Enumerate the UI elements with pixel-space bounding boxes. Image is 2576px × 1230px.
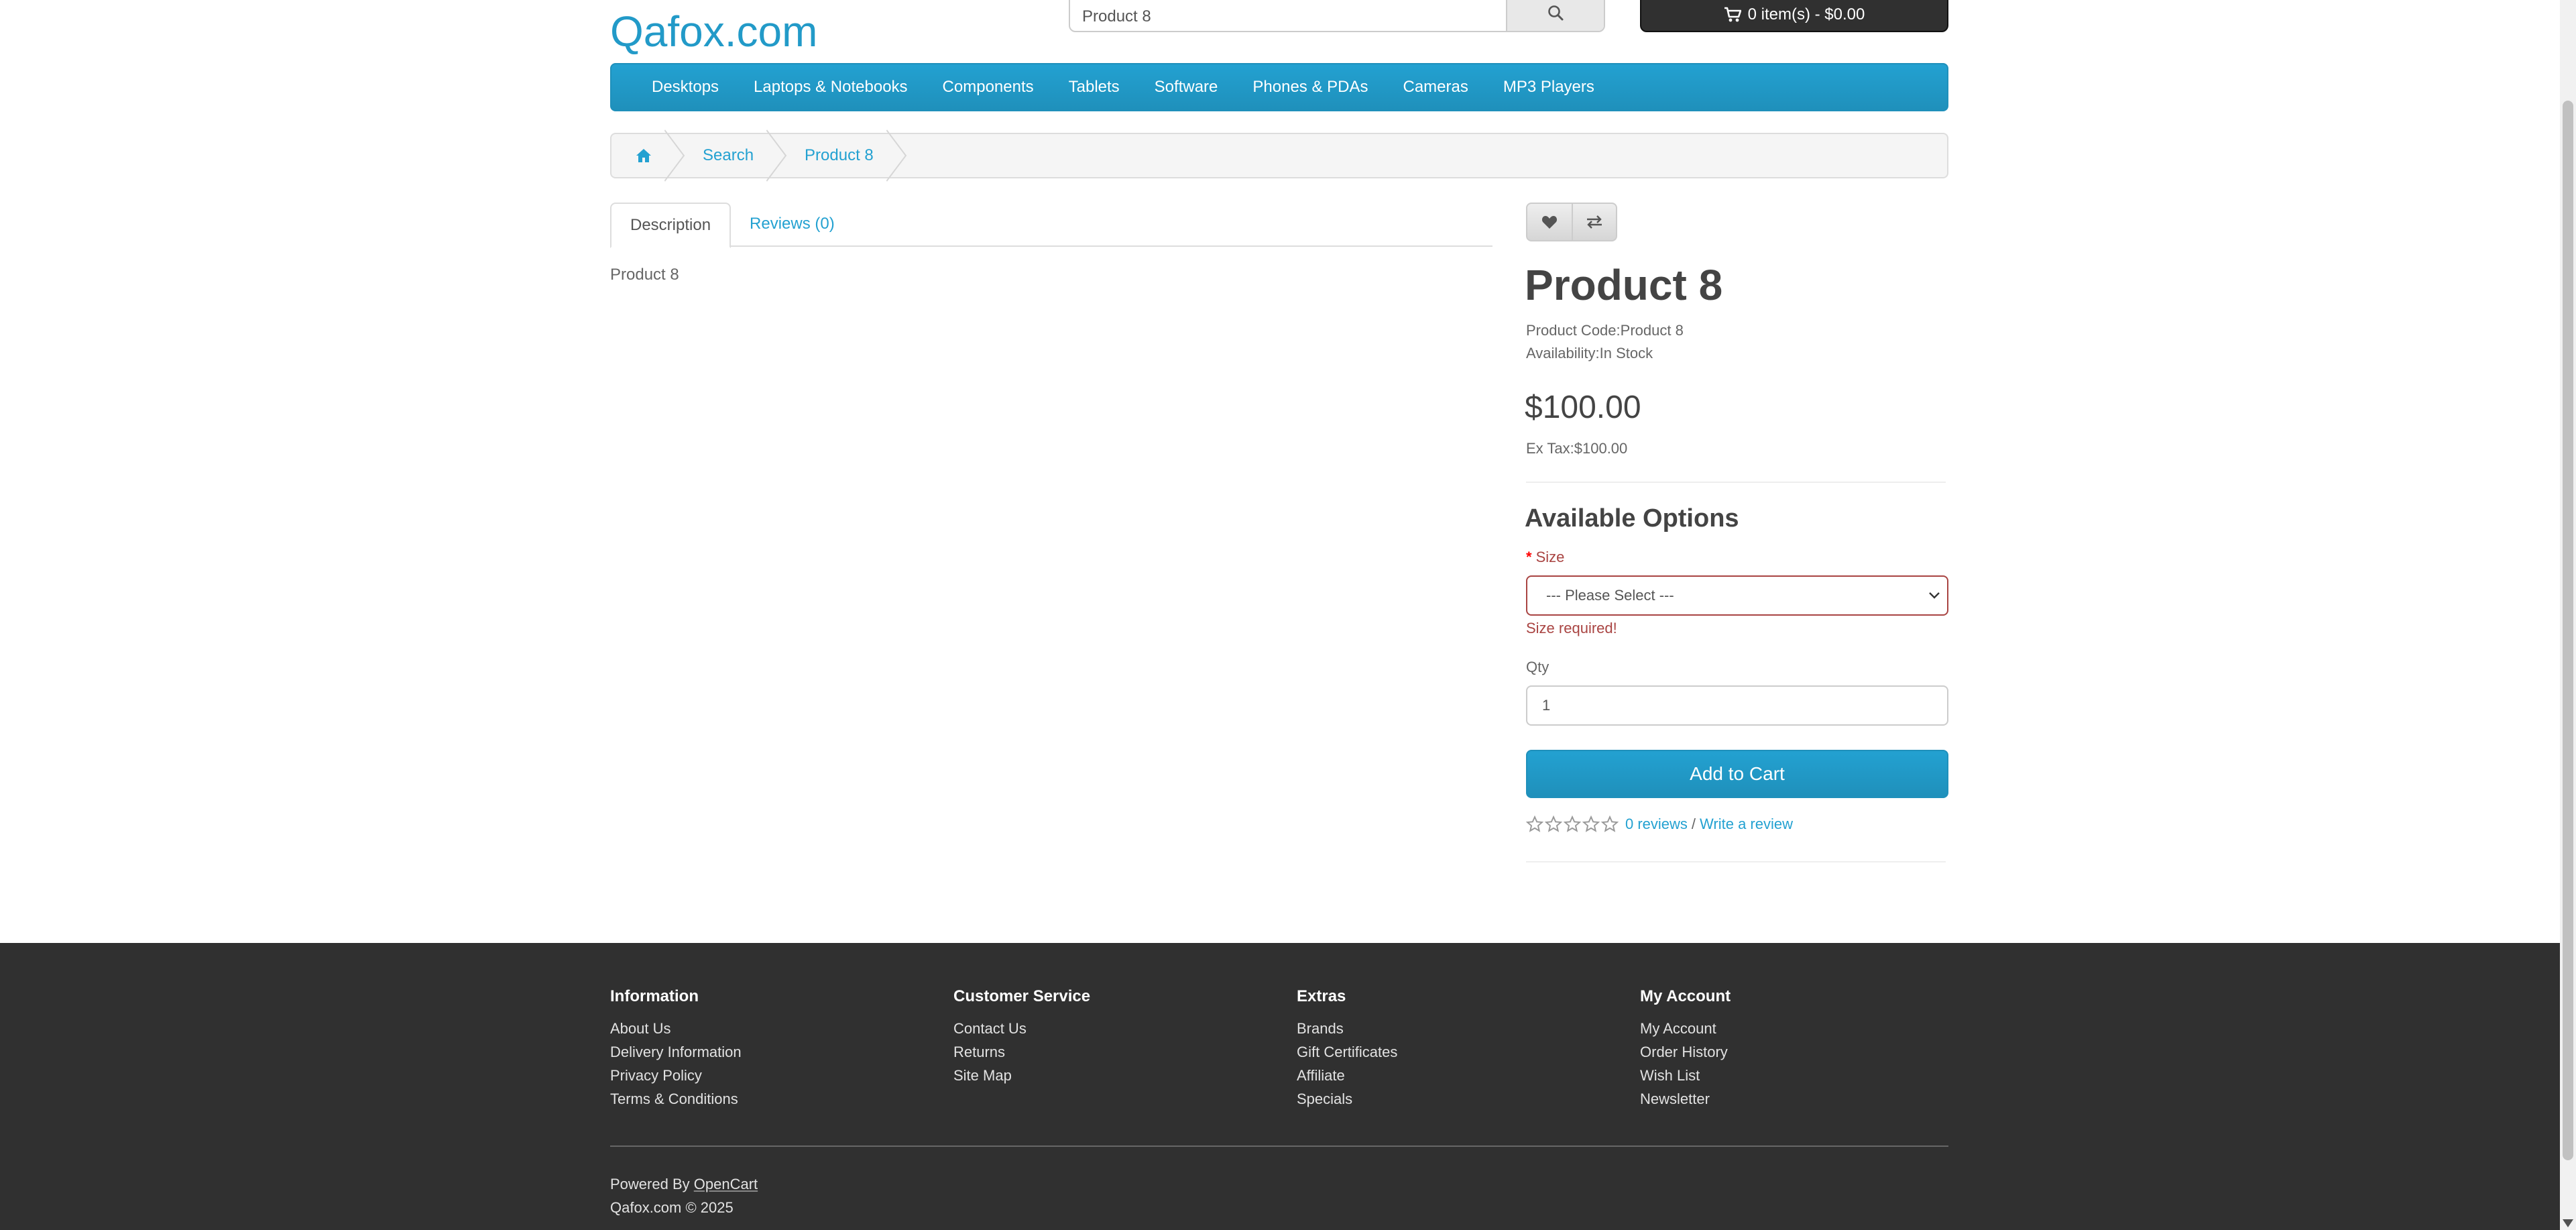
product-code-label: Product Code:: [1526, 322, 1621, 339]
ex-tax: Ex Tax:$100.00: [1526, 440, 1627, 457]
breadcrumb-product[interactable]: Product 8: [776, 134, 896, 177]
star-outline-icon: [1601, 816, 1619, 832]
rating-row: 0 reviews / Write a review: [1526, 816, 1793, 833]
footer-heading: Customer Service: [953, 987, 1091, 1005]
page-scrollbar[interactable]: [2560, 0, 2576, 1230]
cart-total-label: 0 item(s) - $0.00: [1747, 5, 1865, 23]
size-label: * Size: [1526, 549, 1564, 566]
footer-heading: Information: [610, 987, 699, 1005]
footer-heading: My Account: [1640, 987, 1731, 1005]
search-bar: [1069, 0, 1605, 32]
footer-link-order-history[interactable]: Order History: [1640, 1044, 1728, 1060]
product-actions: [1526, 203, 1617, 241]
divider: [1526, 482, 1946, 483]
rating-stars: [1526, 816, 1619, 833]
footer-column-information: Information About Us Delivery Informatio…: [610, 987, 742, 1111]
footer-link-specials[interactable]: Specials: [1297, 1091, 1352, 1107]
product-price: $100.00: [1525, 390, 1641, 425]
footer-link-terms-conditions[interactable]: Terms & Conditions: [610, 1091, 738, 1107]
footer-link-delivery-information[interactable]: Delivery Information: [610, 1044, 742, 1060]
star-outline-icon: [1582, 816, 1600, 832]
menu-item-tablets[interactable]: Tablets: [1051, 78, 1137, 97]
footer-column-customer-service: Customer Service Contact Us Returns Site…: [953, 987, 1090, 1087]
home-icon: [636, 149, 651, 162]
qty-input[interactable]: [1526, 685, 1948, 726]
required-mark: *: [1526, 549, 1532, 565]
menu-item-laptops-notebooks[interactable]: Laptops & Notebooks: [736, 78, 925, 97]
add-to-wishlist-button[interactable]: [1527, 204, 1572, 240]
copyright: Qafox.com © 2025: [610, 1199, 734, 1216]
reviews-link[interactable]: 0 reviews: [1625, 816, 1688, 833]
star-outline-icon: [1564, 816, 1581, 832]
chevron-down-icon: [1929, 592, 1940, 599]
footer-link-my-account[interactable]: My Account: [1640, 1020, 1716, 1037]
footer-credits: Powered By OpenCart Qafox.com © 2025: [610, 1172, 758, 1219]
ex-tax-label: Ex Tax:: [1526, 440, 1574, 457]
size-error: Size required!: [1526, 620, 1617, 636]
exchange-icon: [1587, 215, 1602, 229]
tab-description[interactable]: Description: [610, 203, 731, 248]
main-menu: Desktops Laptops & Notebooks Components …: [610, 63, 1948, 111]
site-logo[interactable]: Qafox.com: [610, 7, 817, 56]
ex-tax-value: $100.00: [1574, 440, 1628, 457]
compare-button[interactable]: [1572, 204, 1616, 240]
search-button[interactable]: [1506, 0, 1604, 31]
footer-link-returns[interactable]: Returns: [953, 1044, 1005, 1060]
search-input[interactable]: [1070, 0, 1506, 31]
rating-separator: /: [1691, 816, 1696, 832]
availability-label: Availability:: [1526, 345, 1600, 361]
cart-button[interactable]: 0 item(s) - $0.00: [1640, 0, 1948, 32]
breadcrumb-home[interactable]: [611, 134, 675, 177]
powered-by-label: Powered By: [610, 1176, 690, 1192]
footer-column-my-account: My Account My Account Order History Wish…: [1640, 987, 1731, 1111]
menu-item-phones-pdas[interactable]: Phones & PDAs: [1235, 78, 1385, 97]
available-options-title: Available Options: [1525, 504, 1739, 533]
product-tabs: Description Reviews (0): [610, 203, 1492, 248]
opencart-link[interactable]: OpenCart: [694, 1176, 758, 1192]
shopping-cart-icon: [1724, 7, 1741, 22]
footer-link-privacy-policy[interactable]: Privacy Policy: [610, 1067, 702, 1084]
footer-link-about-us[interactable]: About Us: [610, 1020, 671, 1037]
qty-label: Qty: [1526, 659, 1549, 675]
divider: [1526, 861, 1946, 862]
menu-item-software[interactable]: Software: [1137, 78, 1236, 97]
breadcrumb-search[interactable]: Search: [675, 134, 776, 177]
star-outline-icon: [1545, 816, 1562, 832]
footer-column-extras: Extras Brands Gift Certificates Affiliat…: [1297, 987, 1397, 1111]
footer-divider: [610, 1145, 1948, 1147]
star-outline-icon: [1526, 816, 1543, 832]
tab-reviews[interactable]: Reviews (0): [731, 203, 854, 247]
footer-link-site-map[interactable]: Site Map: [953, 1067, 1012, 1084]
heart-icon: [1541, 216, 1558, 229]
footer: Information About Us Delivery Informatio…: [0, 943, 2560, 1230]
search-icon: [1548, 5, 1564, 21]
write-review-link[interactable]: Write a review: [1700, 816, 1793, 833]
menu-item-mp3-players[interactable]: MP3 Players: [1486, 78, 1612, 97]
product-code-value: Product 8: [1620, 322, 1684, 339]
footer-link-wish-list[interactable]: Wish List: [1640, 1067, 1700, 1084]
availability-value: In Stock: [1599, 345, 1653, 361]
size-select-value: --- Please Select ---: [1546, 587, 1674, 604]
product-code: Product Code:Product 8: [1526, 322, 1684, 339]
scroll-down-arrow-icon[interactable]: [2563, 1219, 2573, 1227]
menu-item-components[interactable]: Components: [925, 78, 1051, 97]
footer-heading: Extras: [1297, 987, 1346, 1005]
footer-link-affiliate[interactable]: Affiliate: [1297, 1067, 1345, 1084]
product-title: Product 8: [1525, 261, 1723, 309]
size-select[interactable]: --- Please Select ---: [1526, 575, 1948, 616]
powered-by: Powered By OpenCart: [610, 1172, 758, 1196]
footer-link-gift-certificates[interactable]: Gift Certificates: [1297, 1044, 1397, 1060]
footer-link-brands[interactable]: Brands: [1297, 1020, 1344, 1037]
add-to-cart-button[interactable]: Add to Cart: [1526, 750, 1948, 798]
breadcrumb: Search Product 8: [610, 133, 1948, 178]
size-label-text: Size: [1535, 549, 1565, 565]
product-availability: Availability:In Stock: [1526, 345, 1653, 362]
scrollbar-thumb[interactable]: [2563, 101, 2573, 1160]
footer-link-newsletter[interactable]: Newsletter: [1640, 1091, 1710, 1107]
menu-item-desktops[interactable]: Desktops: [634, 78, 736, 97]
footer-link-contact-us[interactable]: Contact Us: [953, 1020, 1027, 1037]
description-text: Product 8: [610, 266, 679, 284]
menu-item-cameras[interactable]: Cameras: [1385, 78, 1485, 97]
